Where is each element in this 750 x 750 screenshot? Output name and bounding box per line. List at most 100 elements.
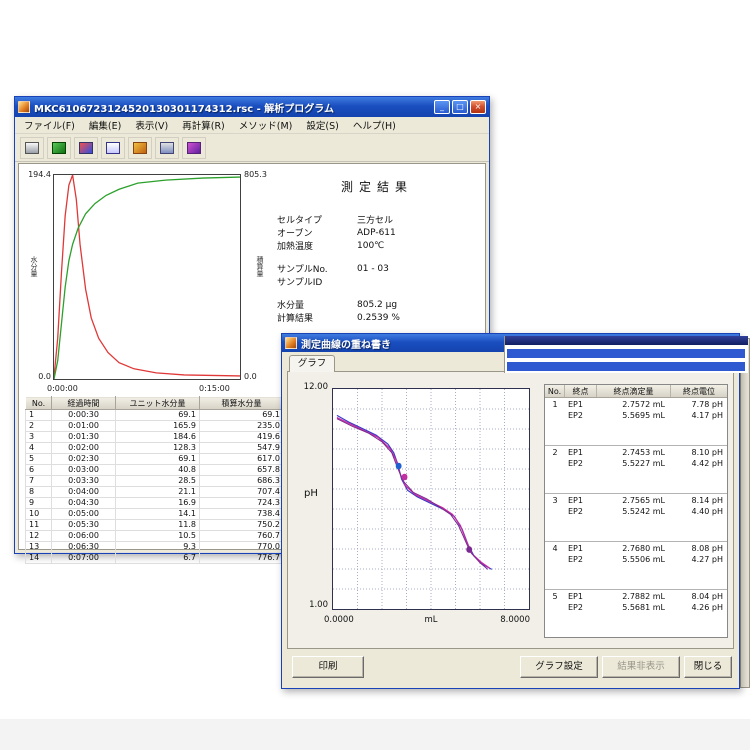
endpoint-row: 1EP12.7572 mL7.78 pH bbox=[545, 399, 727, 410]
column-header: 終点滴定量 bbox=[597, 385, 671, 397]
volume-axis-label: mL bbox=[416, 615, 446, 625]
field-label: サンプルNo. bbox=[277, 262, 357, 275]
x-axis-min: 0:00:00 bbox=[47, 384, 78, 393]
print-button[interactable]: 印刷 bbox=[292, 656, 364, 678]
field-value: 01 - 03 bbox=[357, 264, 483, 274]
endpoint-row: 5EP12.7882 mL8.04 pH bbox=[545, 591, 727, 602]
moisture-chart-svg bbox=[54, 175, 240, 379]
menu-item[interactable]: 編集(E) bbox=[82, 117, 128, 133]
field-label: 加熱温度 bbox=[277, 239, 357, 252]
table-row[interactable]: 10:00:3069.169.1 bbox=[26, 410, 284, 421]
menu-item[interactable]: 再計算(R) bbox=[175, 117, 232, 133]
graph-settings-button[interactable]: グラフ設定 bbox=[520, 656, 598, 678]
endpoint-row: EP25.5695 mL4.17 pH bbox=[545, 410, 727, 421]
endpoint-row: EP25.5681 mL4.26 pH bbox=[545, 602, 727, 613]
menu-item[interactable]: 設定(S) bbox=[299, 117, 345, 133]
endpoint-row: EP25.5227 mL4.42 pH bbox=[545, 458, 727, 469]
recalculate-icon[interactable] bbox=[128, 137, 152, 159]
graph-icon[interactable] bbox=[74, 137, 98, 159]
table-row[interactable]: 100:05:0014.1738.4 bbox=[26, 509, 284, 520]
menu-item[interactable]: メソッド(M) bbox=[232, 117, 300, 133]
results-fields: セルタイプ三方セルオーブンADP-611加熱温度100℃サンプルNo.01 - … bbox=[271, 213, 483, 324]
graph-icon bbox=[79, 142, 93, 154]
tab-graph[interactable]: グラフ bbox=[289, 355, 335, 372]
result-field: サンプルNo.01 - 03 bbox=[277, 262, 483, 275]
unit-water-curve bbox=[54, 175, 240, 377]
analysis-window-titlebar[interactable]: MKC6106723124520130301174312.rsc - 解析プログ… bbox=[15, 97, 489, 117]
minimize-button[interactable]: _ bbox=[434, 100, 450, 114]
table-row[interactable]: 60:03:0040.8657.8 bbox=[26, 465, 284, 476]
endpoint-group[interactable]: 5EP12.7882 mL8.04 pHEP25.5681 mL4.26 pH bbox=[545, 590, 727, 638]
preview-icon bbox=[52, 142, 66, 154]
close-button[interactable]: × bbox=[470, 100, 486, 114]
endpoint-group[interactable]: 1EP12.7572 mL7.78 pHEP25.5695 mL4.17 pH bbox=[545, 398, 727, 446]
y-axis-right-min: 0.0 bbox=[244, 372, 257, 381]
column-header: No. bbox=[26, 397, 52, 410]
field-value: 0.2539 % bbox=[357, 313, 483, 323]
endpoint-row: 4EP12.7680 mL8.08 pH bbox=[545, 543, 727, 554]
table-row[interactable]: 40:02:00128.3547.9 bbox=[26, 443, 284, 454]
table-row[interactable]: 140:07:006.7776.7 bbox=[26, 553, 284, 564]
endpoint-group[interactable]: 2EP12.7453 mL8.10 pHEP25.5227 mL4.42 pH bbox=[545, 446, 727, 494]
endpoint-row: EP25.5242 mL4.40 pH bbox=[545, 506, 727, 517]
print-icon[interactable] bbox=[20, 137, 44, 159]
cumulative-water-curve bbox=[54, 177, 240, 379]
result-field: サンプルID bbox=[277, 275, 483, 288]
endpoint-row: EP25.5506 mL4.27 pH bbox=[545, 554, 727, 565]
column-header: 積算水分量 bbox=[200, 397, 284, 410]
endpoint-table-header: No.終点終点滴定量終点電位 bbox=[545, 385, 727, 398]
table-row[interactable]: 70:03:3028.5686.3 bbox=[26, 476, 284, 487]
endpoint-markers bbox=[396, 463, 472, 553]
y-axis-right-label: 積算量 bbox=[255, 256, 265, 277]
preview-icon[interactable] bbox=[47, 137, 71, 159]
menu-item[interactable]: 表示(V) bbox=[128, 117, 175, 133]
maximize-button[interactable]: □ bbox=[452, 100, 468, 114]
endpoint-group[interactable]: 3EP12.7565 mL8.14 pHEP25.5242 mL4.40 pH bbox=[545, 494, 727, 542]
menu-item[interactable]: ファイル(F) bbox=[17, 117, 82, 133]
endpoint-table: No.終点終点滴定量終点電位 1EP12.7572 mL7.78 pHEP25.… bbox=[544, 384, 728, 638]
endpoint-row: 2EP12.7453 mL8.10 pH bbox=[545, 447, 727, 458]
table-row[interactable]: 80:04:0021.1707.4 bbox=[26, 487, 284, 498]
table-row[interactable]: 50:02:3069.1617.0 bbox=[26, 454, 284, 465]
background-window-titlebar-fragment bbox=[505, 336, 748, 345]
table-row[interactable]: 120:06:0010.5760.7 bbox=[26, 531, 284, 542]
field-value: 805.2 μg bbox=[357, 300, 483, 310]
y-axis-right-max: 805.3 bbox=[244, 170, 267, 179]
table-row[interactable]: 110:05:3011.8750.2 bbox=[26, 520, 284, 531]
table-row[interactable]: 90:04:3016.9724.3 bbox=[26, 498, 284, 509]
print-icon bbox=[25, 142, 39, 154]
table-row[interactable]: 20:01:00165.9235.0 bbox=[26, 421, 284, 432]
menu-bar: ファイル(F)編集(E)表示(V)再計算(R)メソッド(M)設定(S)ヘルプ(H… bbox=[15, 117, 489, 134]
hide-results-button: 結果非表示 bbox=[602, 656, 680, 678]
table-row[interactable]: 30:01:30184.6419.6 bbox=[26, 432, 284, 443]
volume-axis-min: 0.0000 bbox=[324, 615, 354, 625]
ph-axis-min: 1.00 bbox=[296, 600, 328, 610]
table-row[interactable]: 130:06:309.3770.0 bbox=[26, 542, 284, 553]
chart-grid bbox=[333, 389, 529, 609]
data-table-icon bbox=[106, 142, 120, 154]
selected-row-fragment bbox=[507, 349, 745, 358]
volume-axis-max: 8.0000 bbox=[484, 615, 530, 625]
result-field: 計算結果0.2539 % bbox=[277, 311, 483, 324]
close-dialog-button[interactable]: 閉じる bbox=[684, 656, 732, 678]
elapsed-table: No.経過時間ユニット水分量積算水分量10:00:3069.169.120:01… bbox=[25, 396, 284, 564]
analysis-window-title: MKC6106723124520130301174312.rsc - 解析プログ… bbox=[34, 100, 430, 115]
toolbar bbox=[15, 134, 489, 162]
endpoint-group[interactable]: 4EP12.7680 mL8.08 pHEP25.5506 mL4.27 pH bbox=[545, 542, 727, 590]
field-label: 水分量 bbox=[277, 298, 357, 311]
x-axis-max: 0:15:00 bbox=[199, 384, 230, 393]
method-icon bbox=[160, 142, 174, 154]
field-label: 計算結果 bbox=[277, 311, 357, 324]
settings-icon[interactable] bbox=[182, 137, 206, 159]
data-table-icon[interactable] bbox=[101, 137, 125, 159]
menu-item[interactable]: ヘルプ(H) bbox=[346, 117, 403, 133]
titration-chart-plot bbox=[332, 388, 530, 610]
column-header: 経過時間 bbox=[52, 397, 116, 410]
app-icon bbox=[18, 101, 30, 113]
column-header: ユニット水分量 bbox=[116, 397, 200, 410]
results-title: 測定結果 bbox=[271, 178, 483, 195]
result-field: オーブンADP-611 bbox=[277, 226, 483, 239]
method-icon[interactable] bbox=[155, 137, 179, 159]
endpoint-row: 3EP12.7565 mL8.14 pH bbox=[545, 495, 727, 506]
field-label: サンプルID bbox=[277, 275, 357, 288]
